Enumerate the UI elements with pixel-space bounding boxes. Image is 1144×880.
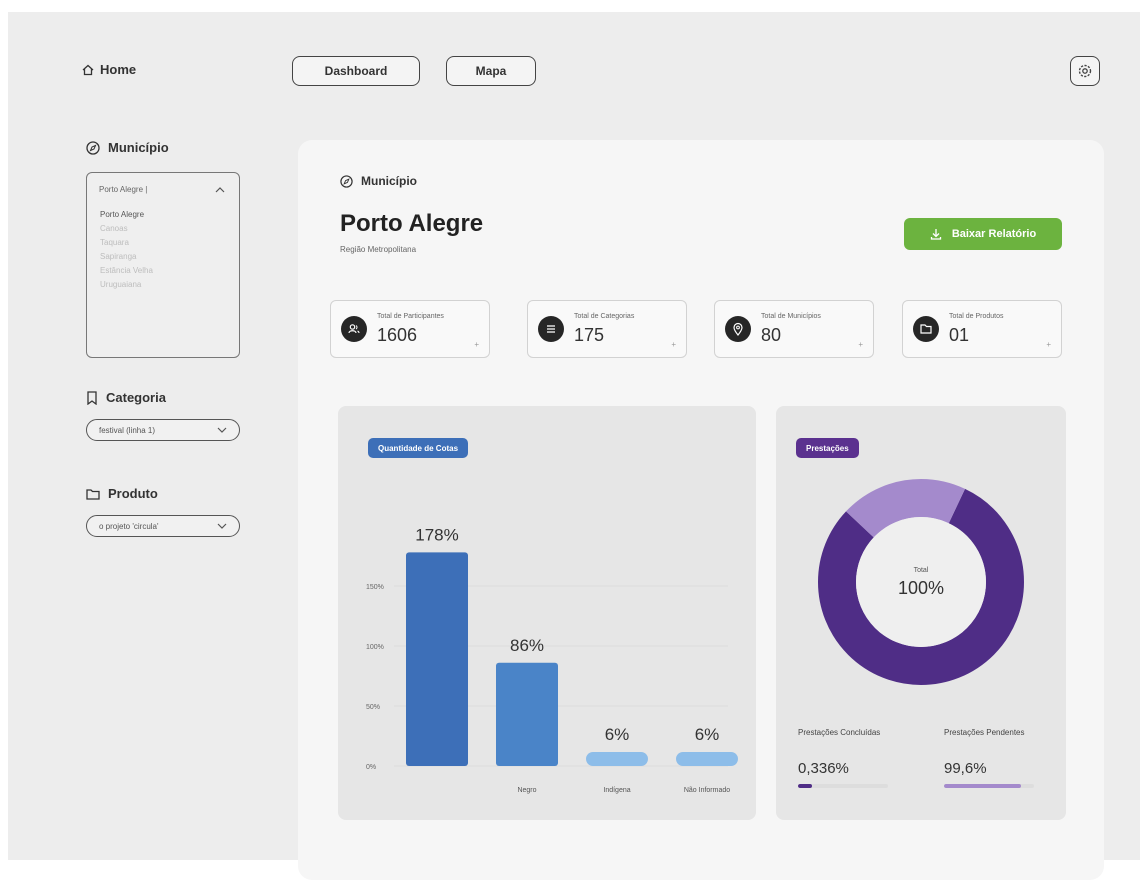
bar <box>496 662 558 766</box>
donut-center-label: Total <box>914 567 929 574</box>
stat-label: Total de Categorias <box>574 313 635 320</box>
main-card: Município Porto Alegre Região Metropolit… <box>298 140 1104 880</box>
municipio-option[interactable]: Sapiranga <box>100 250 239 264</box>
categoria-selected: festival (linha 1) <box>99 425 156 435</box>
bar <box>406 552 468 766</box>
produto-selected: o projeto 'circula' <box>99 521 159 531</box>
bar-data-label: 6% <box>695 725 720 744</box>
prestacoes-donut-chart: Total 100% <box>818 479 1024 685</box>
bookmark-icon <box>87 390 97 405</box>
progress-fill <box>798 784 812 788</box>
folder-icon <box>913 316 939 342</box>
dashboard-button[interactable]: Dashboard <box>292 56 420 86</box>
plus-icon[interactable]: + <box>474 340 479 349</box>
legend-label: Prestações Pendentes <box>944 728 1025 737</box>
bar <box>676 752 738 766</box>
legend-value: 99,6% <box>944 760 987 777</box>
municipio-option[interactable]: Estância Velha <box>100 264 239 278</box>
folder-icon <box>86 488 100 500</box>
stat-label: Total de Municípios <box>761 313 821 320</box>
app-frame: Home Dashboard Mapa Município Porto Aleg… <box>8 12 1140 880</box>
y-tick-label: 100% <box>366 644 384 651</box>
categoria-heading-label: Categoria <box>106 390 166 405</box>
stat-card-produtos[interactable]: Total de Produtos 01 + <box>902 300 1062 358</box>
legend-value: 0,336% <box>798 760 849 777</box>
bar-data-label: 6% <box>605 725 630 744</box>
cotas-bar-chart: 0% 50% 100% 150% 178% 86% Negro 6% Indígena 6% Não… <box>366 525 738 794</box>
municipio-dropdown[interactable]: Porto Alegre | Porto Alegre Canoas Taqua… <box>86 172 240 358</box>
home-icon <box>82 64 94 75</box>
y-tick-label: 150% <box>366 584 384 591</box>
pin-icon <box>725 316 751 342</box>
stat-label: Total de Produtos <box>949 313 1004 320</box>
x-tick-label: Indígena <box>603 787 630 794</box>
settings-button[interactable] <box>1070 56 1100 86</box>
stat-card-categorias[interactable]: Total de Categorias 175 + <box>527 300 687 358</box>
municipio-option[interactable]: Canoas <box>100 222 239 236</box>
home-link[interactable]: Home <box>82 62 136 77</box>
y-tick-label: 50% <box>366 704 380 711</box>
download-report-label: Baixar Relatório <box>951 228 1037 240</box>
stat-card-participantes[interactable]: Total de Participantes 1606 + <box>330 300 490 358</box>
categoria-heading: Categoria <box>86 390 166 405</box>
compass-icon <box>340 174 353 188</box>
plus-icon[interactable]: + <box>1046 340 1051 349</box>
municipio-heading-label: Município <box>108 140 169 155</box>
progress-fill <box>944 784 1021 788</box>
prestacoes-chart-panel: Prestações Total 100% Prestações Concluíd… <box>776 406 1066 820</box>
x-tick-label: Negro <box>517 787 536 794</box>
legend-label: Prestações Concluídas <box>798 728 881 737</box>
gear-icon <box>1078 64 1092 78</box>
users-icon <box>341 316 367 342</box>
produto-select[interactable]: o projeto 'circula' <box>86 515 240 537</box>
mapa-button[interactable]: Mapa <box>446 56 536 86</box>
stat-value: 80 <box>761 325 782 345</box>
chevron-down-icon <box>217 427 227 433</box>
y-tick-label: 0% <box>366 764 376 771</box>
municipio-option[interactable]: Uruguaiana <box>100 278 239 292</box>
municipio-option[interactable]: Porto Alegre <box>100 208 239 222</box>
progress-track <box>798 784 888 788</box>
cotas-chart-panel: Quantidade de Cotas 0% 50% 100% 150% 178% 86%… <box>338 406 756 820</box>
download-icon <box>930 229 941 240</box>
plus-icon[interactable]: + <box>671 340 676 349</box>
city-title: Porto Alegre <box>340 210 484 237</box>
produto-heading-label: Produto <box>108 486 158 501</box>
stat-value: 1606 <box>377 325 418 345</box>
bar-data-label: 86% <box>510 636 544 655</box>
section-label: Município <box>340 174 417 188</box>
municipio-heading: Município <box>86 140 169 155</box>
home-label: Home <box>100 62 137 77</box>
chevron-up-icon <box>215 186 225 192</box>
list-icon <box>538 316 564 342</box>
categoria-select[interactable]: festival (linha 1) <box>86 419 240 441</box>
municipio-selected: Porto Alegre | <box>99 185 148 194</box>
bar-data-label: 178% <box>415 525 458 544</box>
stat-card-municipios[interactable]: Total de Municípios 80 + <box>714 300 874 358</box>
stat-label: Total de Participantes <box>377 313 444 320</box>
produto-heading: Produto <box>86 486 158 501</box>
plus-icon[interactable]: + <box>858 340 863 349</box>
donut-center-value: 100% <box>898 578 944 598</box>
progress-track <box>944 784 1034 788</box>
x-tick-label: Não Informado <box>684 787 730 794</box>
chevron-down-icon <box>217 523 227 529</box>
bar <box>586 752 648 766</box>
section-label-text: Município <box>361 174 417 188</box>
stat-value: 175 <box>574 325 605 345</box>
compass-icon <box>86 140 100 155</box>
stat-value: 01 <box>949 325 970 345</box>
region-subtitle: Região Metropolitana <box>340 245 417 254</box>
municipio-option[interactable]: Taquara <box>100 236 239 250</box>
download-report-button[interactable]: Baixar Relatório <box>904 218 1062 250</box>
